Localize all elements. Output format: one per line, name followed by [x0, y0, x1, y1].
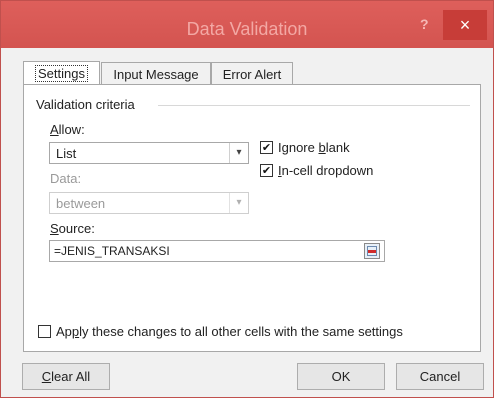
cancel-button[interactable]: Cancel	[396, 363, 484, 390]
help-button[interactable]: ?	[420, 16, 429, 32]
allow-label: Allow:	[50, 122, 85, 137]
close-icon: ×	[459, 15, 471, 35]
section-divider	[158, 105, 470, 106]
source-value: =JENIS_TRANSAKSI	[54, 244, 170, 258]
apply-all-checkbox[interactable]	[38, 325, 51, 338]
tab-settings-label: Settings	[35, 65, 88, 82]
data-dropdown: between ▾	[49, 192, 249, 214]
range-selector-icon[interactable]	[364, 243, 380, 259]
tab-input-message[interactable]: Input Message	[101, 62, 211, 85]
source-input[interactable]: =JENIS_TRANSAKSI	[49, 240, 385, 262]
tab-error-alert-label: Error Alert	[222, 67, 282, 82]
tab-settings[interactable]: Settings	[23, 61, 100, 86]
ignore-blank-label: Ignore blank	[278, 140, 350, 155]
data-value: between	[56, 196, 106, 211]
in-cell-dropdown-checkbox[interactable]: ✔	[260, 164, 273, 177]
title-bar[interactable]: Data Validation ? ×	[1, 1, 493, 48]
chevron-down-icon: ▾	[229, 193, 248, 213]
close-button[interactable]: ×	[443, 10, 487, 40]
validation-criteria-heading: Validation criteria	[36, 97, 135, 112]
in-cell-dropdown-label: In-cell dropdown	[278, 163, 374, 178]
apply-all-label: Apply these changes to all other cells w…	[56, 324, 403, 339]
chevron-down-icon[interactable]: ▾	[229, 143, 248, 163]
allow-dropdown[interactable]: List ▾	[49, 142, 249, 164]
data-validation-dialog: Data Validation ? × Settings Input Messa…	[0, 0, 494, 398]
settings-panel: Validation criteria Allow: List ▾ ✔ Igno…	[23, 84, 481, 352]
clear-all-button[interactable]: Clear All	[22, 363, 110, 390]
source-label: Source:	[50, 221, 95, 236]
tab-error-alert[interactable]: Error Alert	[211, 62, 293, 85]
allow-value: List	[56, 146, 77, 161]
ignore-blank-checkbox[interactable]: ✔	[260, 141, 273, 154]
ok-button[interactable]: OK	[297, 363, 385, 390]
tab-input-message-label: Input Message	[113, 67, 199, 82]
data-label: Data:	[50, 171, 82, 186]
